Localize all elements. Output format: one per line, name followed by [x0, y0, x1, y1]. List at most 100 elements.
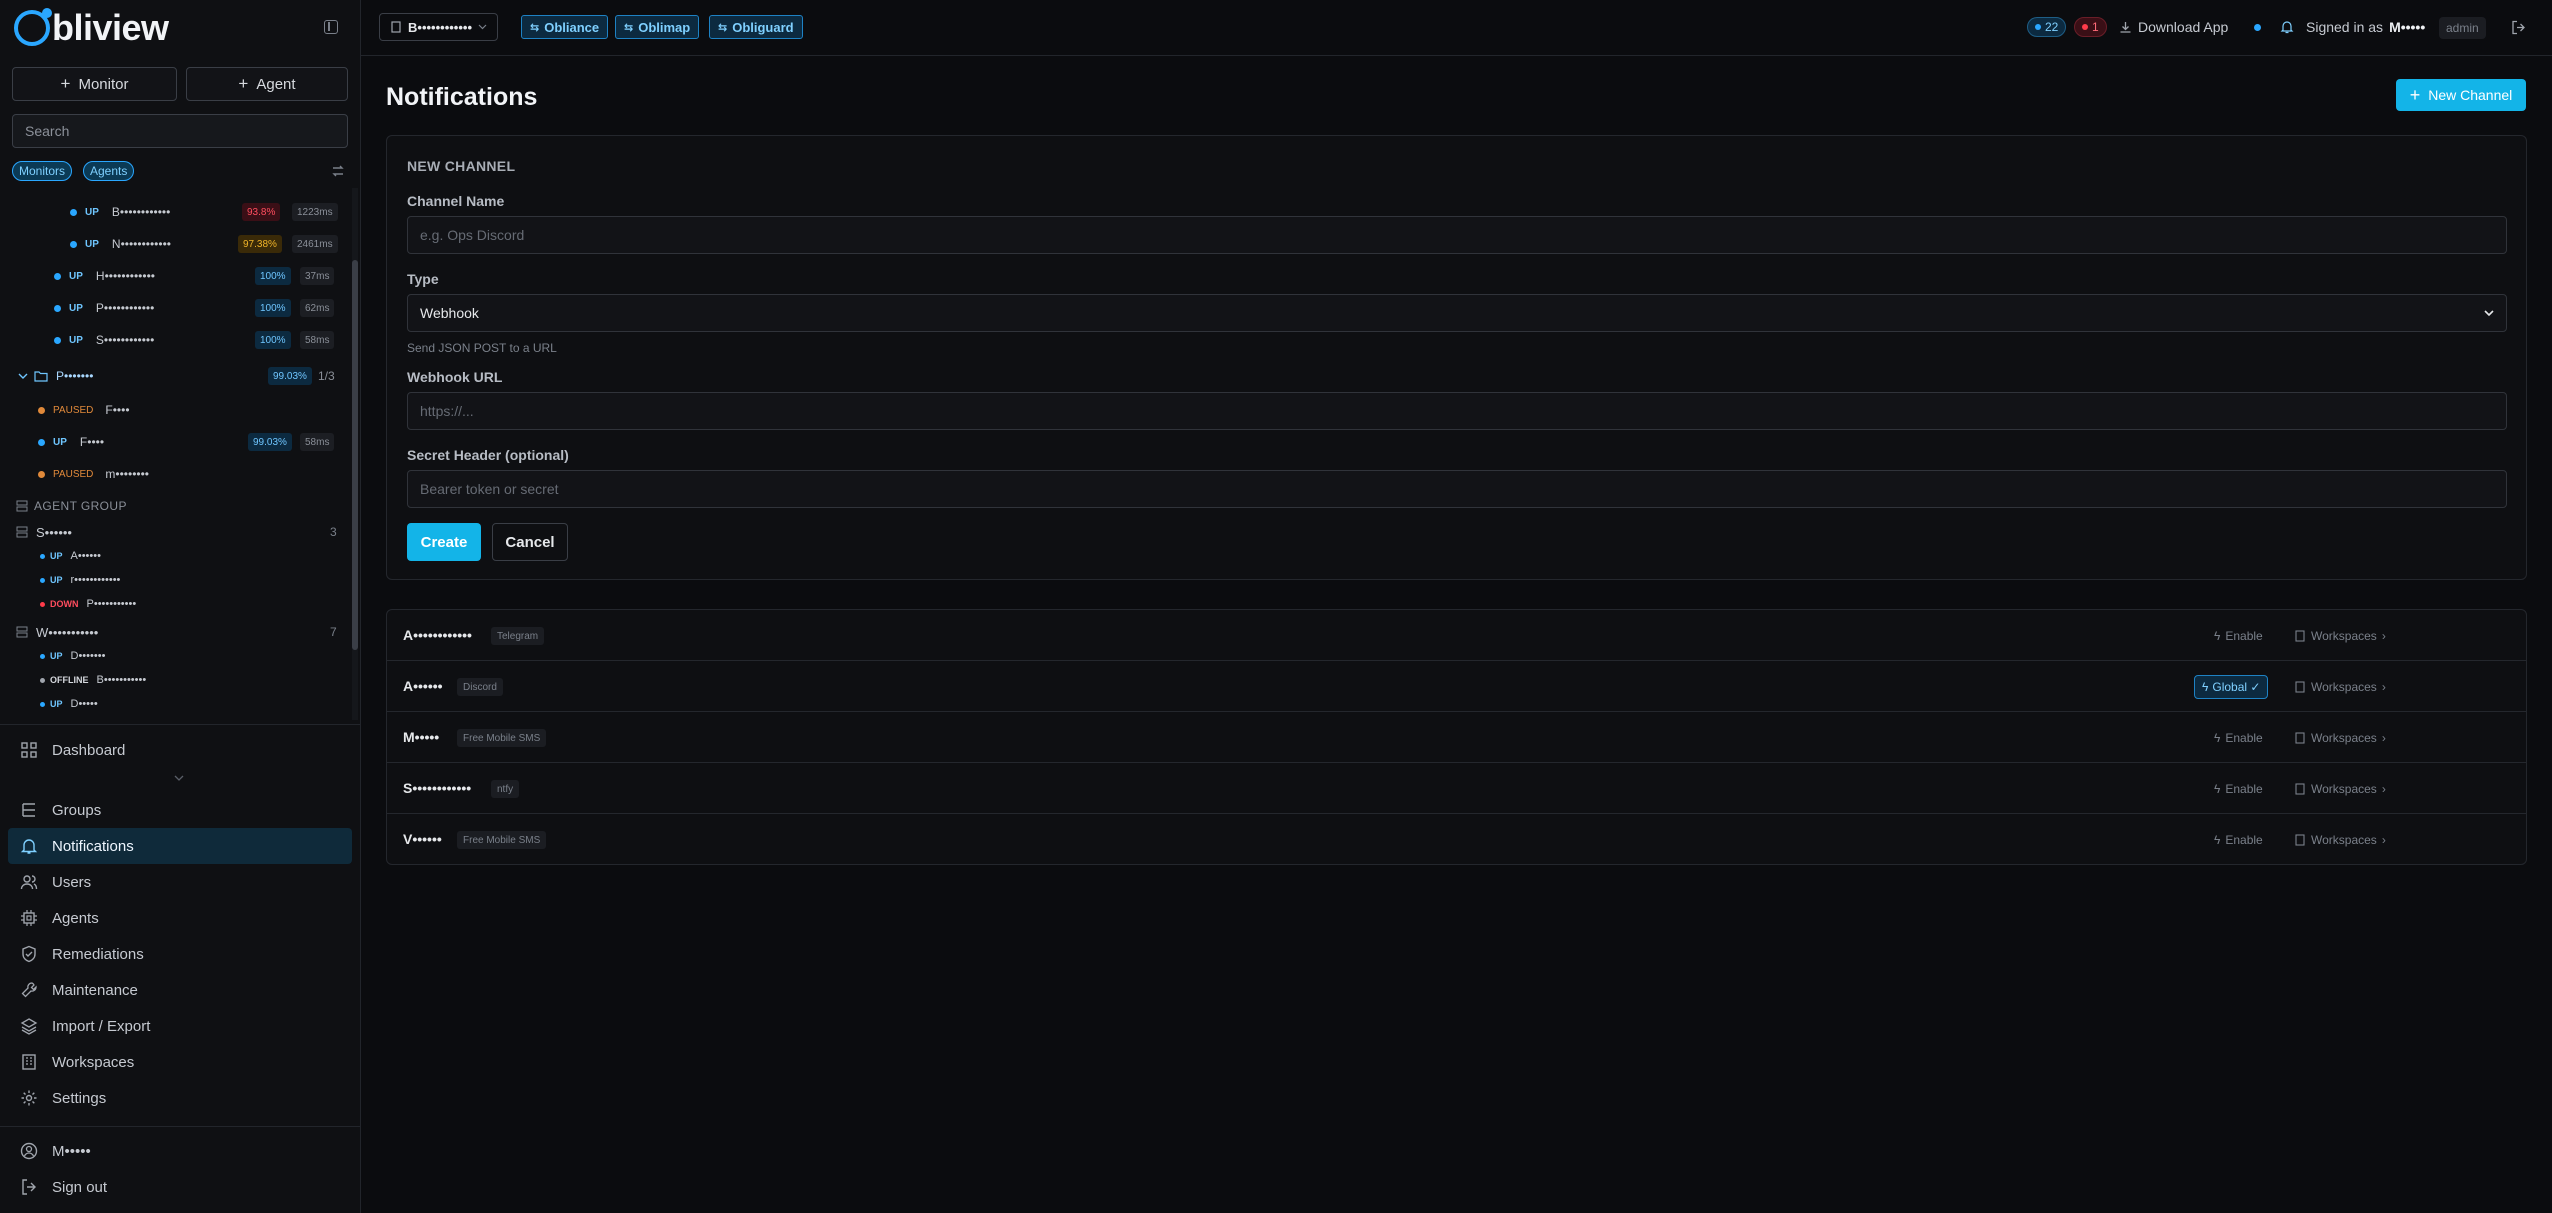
nav-item-users[interactable]: Users [8, 864, 352, 900]
app-link-label: Oblimap [638, 19, 691, 35]
agent-row[interactable]: DOWN P••••••••••• [40, 594, 330, 614]
workspaces-button[interactable]: Workspaces › [2294, 829, 2386, 851]
create-button[interactable]: Create [407, 523, 481, 561]
monitor-row[interactable]: UP S•••••••••••• 100% 58ms [54, 328, 340, 352]
new-channel-button[interactable]: + New Channel [2396, 79, 2526, 111]
workspaces-label: Workspaces [2311, 833, 2377, 847]
download-app-link[interactable]: Download App [2119, 19, 2228, 35]
nav-item-dashboard[interactable]: Dashboard [8, 732, 352, 768]
users-icon [20, 875, 38, 890]
status-label: PAUSED [53, 404, 94, 416]
workspaces-button[interactable]: Workspaces › [2294, 727, 2386, 749]
type-select[interactable]: Webhook [407, 294, 2507, 332]
global-toggle[interactable]: ϟ Global ✓ [2194, 675, 2269, 699]
filter-chip-monitors[interactable]: Monitors [12, 161, 73, 181]
switch-icon: ⇆ [530, 21, 540, 34]
monitor-row[interactable]: UP H•••••••••••• 100% 37ms [54, 264, 340, 288]
down-count-badge[interactable]: 1 [2074, 17, 2107, 37]
building-icon [391, 21, 401, 33]
channel-row[interactable]: M••••• Free Mobile SMS ϟ Enable Workspac… [387, 712, 2526, 763]
chevron-down-icon[interactable] [18, 371, 28, 381]
agent-row[interactable]: OFFLINE B••••••••••• [40, 670, 330, 690]
agent-group-row[interactable]: S•••••• 3 [16, 520, 338, 544]
channel-row[interactable]: A•••••••••••• Telegram ϟ Enable Workspac… [387, 610, 2526, 661]
download-label: Download App [2138, 19, 2229, 35]
agent-group-count: 3 [330, 525, 337, 539]
collapse-sidebar-icon[interactable] [324, 20, 338, 34]
folder-row[interactable]: P••••••• 99.03% 1/3 [18, 364, 340, 388]
nav-item-agents[interactable]: Agents [8, 900, 352, 936]
monitor-name: F•••• [105, 403, 130, 417]
nav-label: Groups [52, 801, 102, 819]
agent-row[interactable]: UP D••••••• [40, 646, 330, 666]
monitor-row[interactable]: UP P•••••••••••• 100% 62ms [54, 296, 340, 320]
agent-group-row[interactable]: W••••••••••• 7 [16, 620, 338, 644]
status-label: UP [50, 551, 63, 561]
scrollbar-thumb[interactable] [352, 260, 358, 650]
monitor-row[interactable]: PAUSED F•••• [38, 398, 340, 422]
channel-name: S•••••••••••• [403, 780, 472, 796]
up-count-badge[interactable]: 22 [2027, 17, 2067, 37]
secret-header-label: Secret Header (optional) [407, 447, 569, 463]
cancel-button[interactable]: Cancel [492, 523, 568, 561]
search-input[interactable]: Search [12, 114, 348, 148]
monitor-row[interactable]: PAUSED m•••••••• [38, 462, 340, 486]
add-agent-button[interactable]: + Agent [186, 67, 348, 101]
plus-icon: + [238, 74, 249, 93]
app-link-oblimap[interactable]: ⇆ Oblimap [615, 15, 700, 39]
workspaces-button[interactable]: Workspaces › [2294, 676, 2386, 698]
add-monitor-button[interactable]: + Monitor [12, 67, 177, 101]
nav-item-remediations[interactable]: Remediations [8, 936, 352, 972]
plus-icon: + [2409, 84, 2421, 105]
agent-name: D••••••• [70, 650, 106, 662]
agent-row[interactable]: UP r•••••••••••• [40, 570, 330, 590]
shield-icon [22, 945, 36, 963]
nav-item-notifications[interactable]: Notifications [8, 828, 352, 864]
status-label: DOWN [50, 599, 79, 609]
workspace-selector[interactable]: B•••••••••••• [379, 13, 499, 41]
webhook-url-input[interactable]: https://... [407, 392, 2507, 430]
folder-uptime-badge: 99.03% [268, 367, 312, 385]
sign-out-button[interactable]: Sign out [8, 1169, 352, 1205]
nav-item-maintenance[interactable]: Maintenance [8, 972, 352, 1008]
agent-row[interactable]: UP D••••• [40, 694, 330, 714]
secret-header-input[interactable]: Bearer token or secret [407, 470, 2507, 508]
monitor-row[interactable]: UP N•••••••••••• 97.38% 2461ms [70, 232, 340, 256]
nav-item-groups[interactable]: Groups [8, 792, 352, 828]
channel-row[interactable]: A•••••• Discord ϟ Global ✓ Workspaces › [387, 661, 2526, 712]
nav-item-import-export[interactable]: Import / Export [8, 1008, 352, 1044]
user-profile[interactable]: M••••• [8, 1133, 352, 1169]
app-link-label: Obliance [544, 19, 600, 35]
enable-button[interactable]: ϟ Enable [2214, 625, 2263, 647]
swap-icon[interactable] [331, 164, 345, 178]
agent-row[interactable]: UP A•••••• [40, 546, 330, 566]
channel-row[interactable]: V•••••• Free Mobile SMS ϟ Enable Workspa… [387, 814, 2526, 864]
workspaces-button[interactable]: Workspaces › [2294, 625, 2386, 647]
status-label: UP [50, 575, 63, 585]
enable-button[interactable]: ϟ Enable [2214, 778, 2263, 800]
bell-icon[interactable] [2280, 20, 2294, 34]
workspaces-button[interactable]: Workspaces › [2294, 778, 2386, 800]
enable-button[interactable]: ϟ Enable [2214, 727, 2263, 749]
app-link-obliguard[interactable]: ⇆ Obliguard [709, 15, 803, 39]
channel-type-badge: Telegram [491, 627, 545, 645]
status-dot [40, 701, 45, 707]
filter-chip-agents[interactable]: Agents [83, 161, 135, 181]
chevron-down-icon[interactable] [174, 774, 184, 782]
enable-label: Enable [2225, 782, 2263, 796]
server-icon [16, 626, 28, 638]
nav-item-workspaces[interactable]: Workspaces [8, 1044, 352, 1080]
webhook-url-placeholder: https://... [420, 403, 474, 419]
monitor-name: F•••• [79, 435, 105, 449]
monitor-row[interactable]: UP B•••••••••••• 93.8% 1223ms [70, 200, 340, 224]
channel-row[interactable]: S•••••••••••• ntfy ϟ Enable Workspaces › [387, 763, 2526, 814]
app-logo[interactable]: bliview [14, 7, 169, 48]
nav-item-settings[interactable]: Settings [8, 1080, 352, 1116]
monitor-tree: UP B•••••••••••• 93.8% 1223ms UP N••••••… [0, 188, 352, 720]
tree-scrollbar[interactable] [352, 188, 358, 720]
app-link-obliance[interactable]: ⇆ Obliance [521, 15, 609, 39]
monitor-row[interactable]: UP F•••• 99.03% 58ms [38, 430, 340, 454]
logout-icon[interactable] [2511, 20, 2526, 35]
channel-name-input[interactable]: e.g. Ops Discord [407, 216, 2507, 254]
enable-button[interactable]: ϟ Enable [2214, 829, 2263, 851]
